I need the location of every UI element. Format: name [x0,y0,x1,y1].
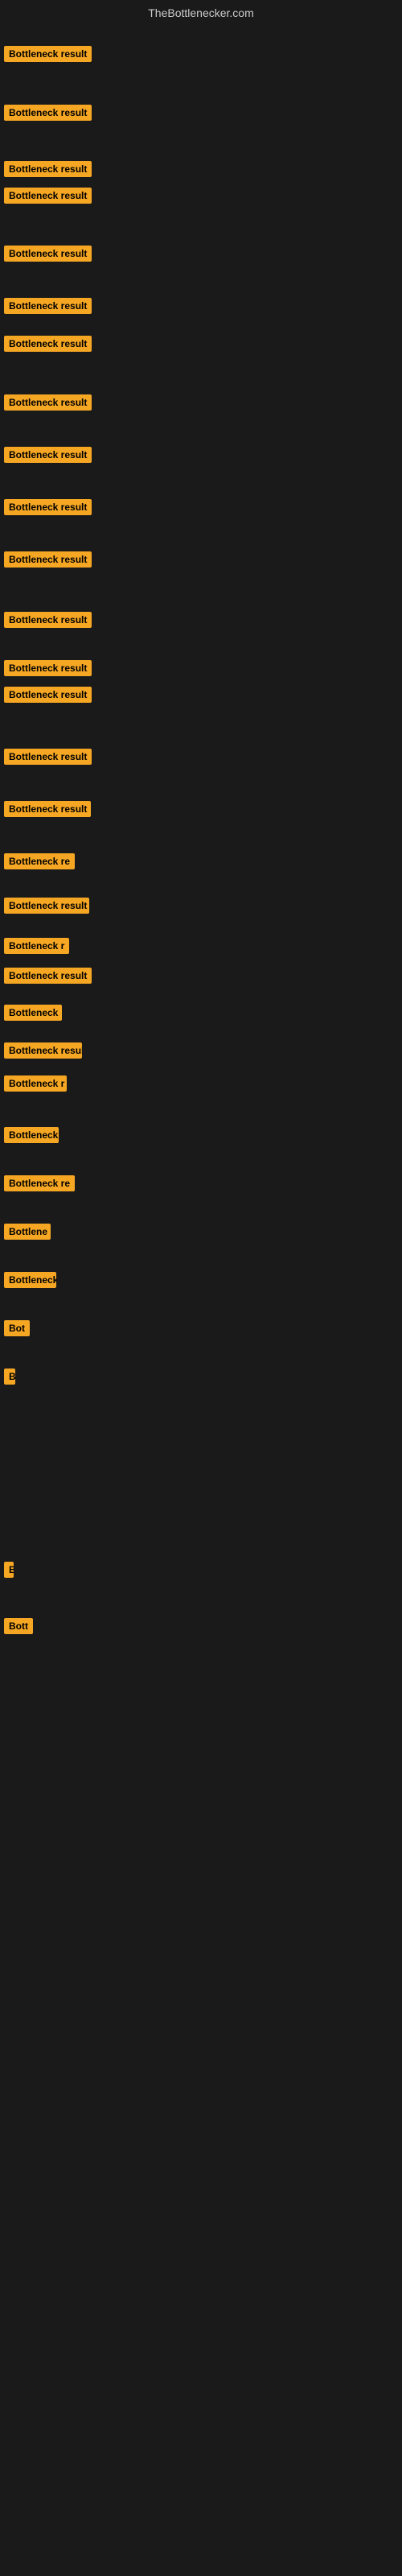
bottleneck-result-row: B [4,1368,15,1389]
bottleneck-badge[interactable]: Bottleneck result [4,898,89,914]
bottleneck-result-row: Bot [4,1320,30,1340]
bottleneck-result-row: Bottleneck result [4,749,92,769]
bottleneck-result-row: Bottleneck re [4,1175,75,1195]
bottleneck-result-row: Bottleneck result [4,801,91,821]
bottleneck-result-row: Bottleneck r [4,1075,67,1096]
bottleneck-result-row: Bottleneck [4,1127,59,1147]
bottleneck-badge[interactable]: Bottleneck result [4,161,92,177]
bottleneck-badge[interactable]: Bottleneck result [4,46,92,62]
bottleneck-result-row: Bottleneck r [4,938,69,958]
bottleneck-result-row: Bottleneck result [4,394,92,415]
bottleneck-badge[interactable]: Bottleneck result [4,801,91,817]
bottleneck-badge[interactable]: Bottleneck [4,1272,56,1288]
site-title: TheBottlenecker.com [0,6,402,19]
bottleneck-badge[interactable]: Bottleneck result [4,336,92,352]
bottleneck-result-row: B [4,1562,14,1582]
bottleneck-result-row: Bottleneck [4,1005,62,1025]
bottleneck-badge[interactable]: Bottleneck result [4,1042,82,1059]
bottleneck-badge[interactable]: Bottleneck result [4,394,92,411]
bottleneck-badge[interactable]: Bot [4,1320,30,1336]
bottleneck-result-row: Bottleneck re [4,853,75,873]
bottleneck-result-row: Bottleneck result [4,298,92,318]
bottleneck-badge[interactable]: Bottleneck [4,1005,62,1021]
bottleneck-badge[interactable]: Bottleneck result [4,499,92,515]
bottleneck-result-row: Bottleneck result [4,898,89,918]
bottleneck-result-row: Bottleneck result [4,46,92,66]
bottleneck-badge[interactable]: Bottleneck [4,1127,59,1143]
bottleneck-badge[interactable]: Bottleneck result [4,551,92,568]
bottleneck-result-row: Bottleneck result [4,188,92,208]
bottleneck-badge[interactable]: Bottleneck result [4,246,92,262]
bottleneck-badge[interactable]: Bott [4,1618,33,1634]
bottleneck-badge[interactable]: Bottleneck result [4,749,92,765]
bottleneck-result-row: Bottleneck result [4,551,92,572]
bottleneck-result-row: Bottleneck result [4,687,92,707]
bottleneck-badge[interactable]: Bottleneck result [4,660,92,676]
bottleneck-badge[interactable]: Bottleneck r [4,1075,67,1092]
bottleneck-badge[interactable]: Bottleneck re [4,853,75,869]
bottleneck-result-row: Bottleneck result [4,447,92,467]
bottleneck-result-row: Bottleneck result [4,968,92,988]
bottleneck-result-row: Bottleneck result [4,660,92,680]
bottleneck-result-row: Bottleneck [4,1272,56,1292]
bottleneck-badge[interactable]: B [4,1368,15,1385]
bottleneck-badge[interactable]: Bottleneck re [4,1175,75,1191]
bottleneck-badge[interactable]: Bottleneck result [4,188,92,204]
bottleneck-result-row: Bottleneck result [4,499,92,519]
bottleneck-badge[interactable]: Bottleneck result [4,447,92,463]
bottleneck-badge[interactable]: B [4,1562,14,1578]
bottleneck-result-row: Bottleneck result [4,336,92,356]
bottleneck-result-row: Bottleneck result [4,246,92,266]
bottleneck-badge[interactable]: Bottleneck r [4,938,69,954]
bottleneck-badge[interactable]: Bottlene [4,1224,51,1240]
bottleneck-badge[interactable]: Bottleneck result [4,687,92,703]
bottleneck-result-row: Bottlene [4,1224,51,1244]
bottleneck-badge[interactable]: Bottleneck result [4,968,92,984]
bottleneck-badge[interactable]: Bottleneck result [4,105,92,121]
bottleneck-badge[interactable]: Bottleneck result [4,298,92,314]
bottleneck-result-row: Bottleneck result [4,161,92,181]
bottleneck-result-row: Bottleneck result [4,105,92,125]
bottleneck-result-row: Bottleneck result [4,1042,82,1063]
bottleneck-badge[interactable]: Bottleneck result [4,612,92,628]
bottleneck-result-row: Bottleneck result [4,612,92,632]
bottleneck-result-row: Bott [4,1618,33,1638]
